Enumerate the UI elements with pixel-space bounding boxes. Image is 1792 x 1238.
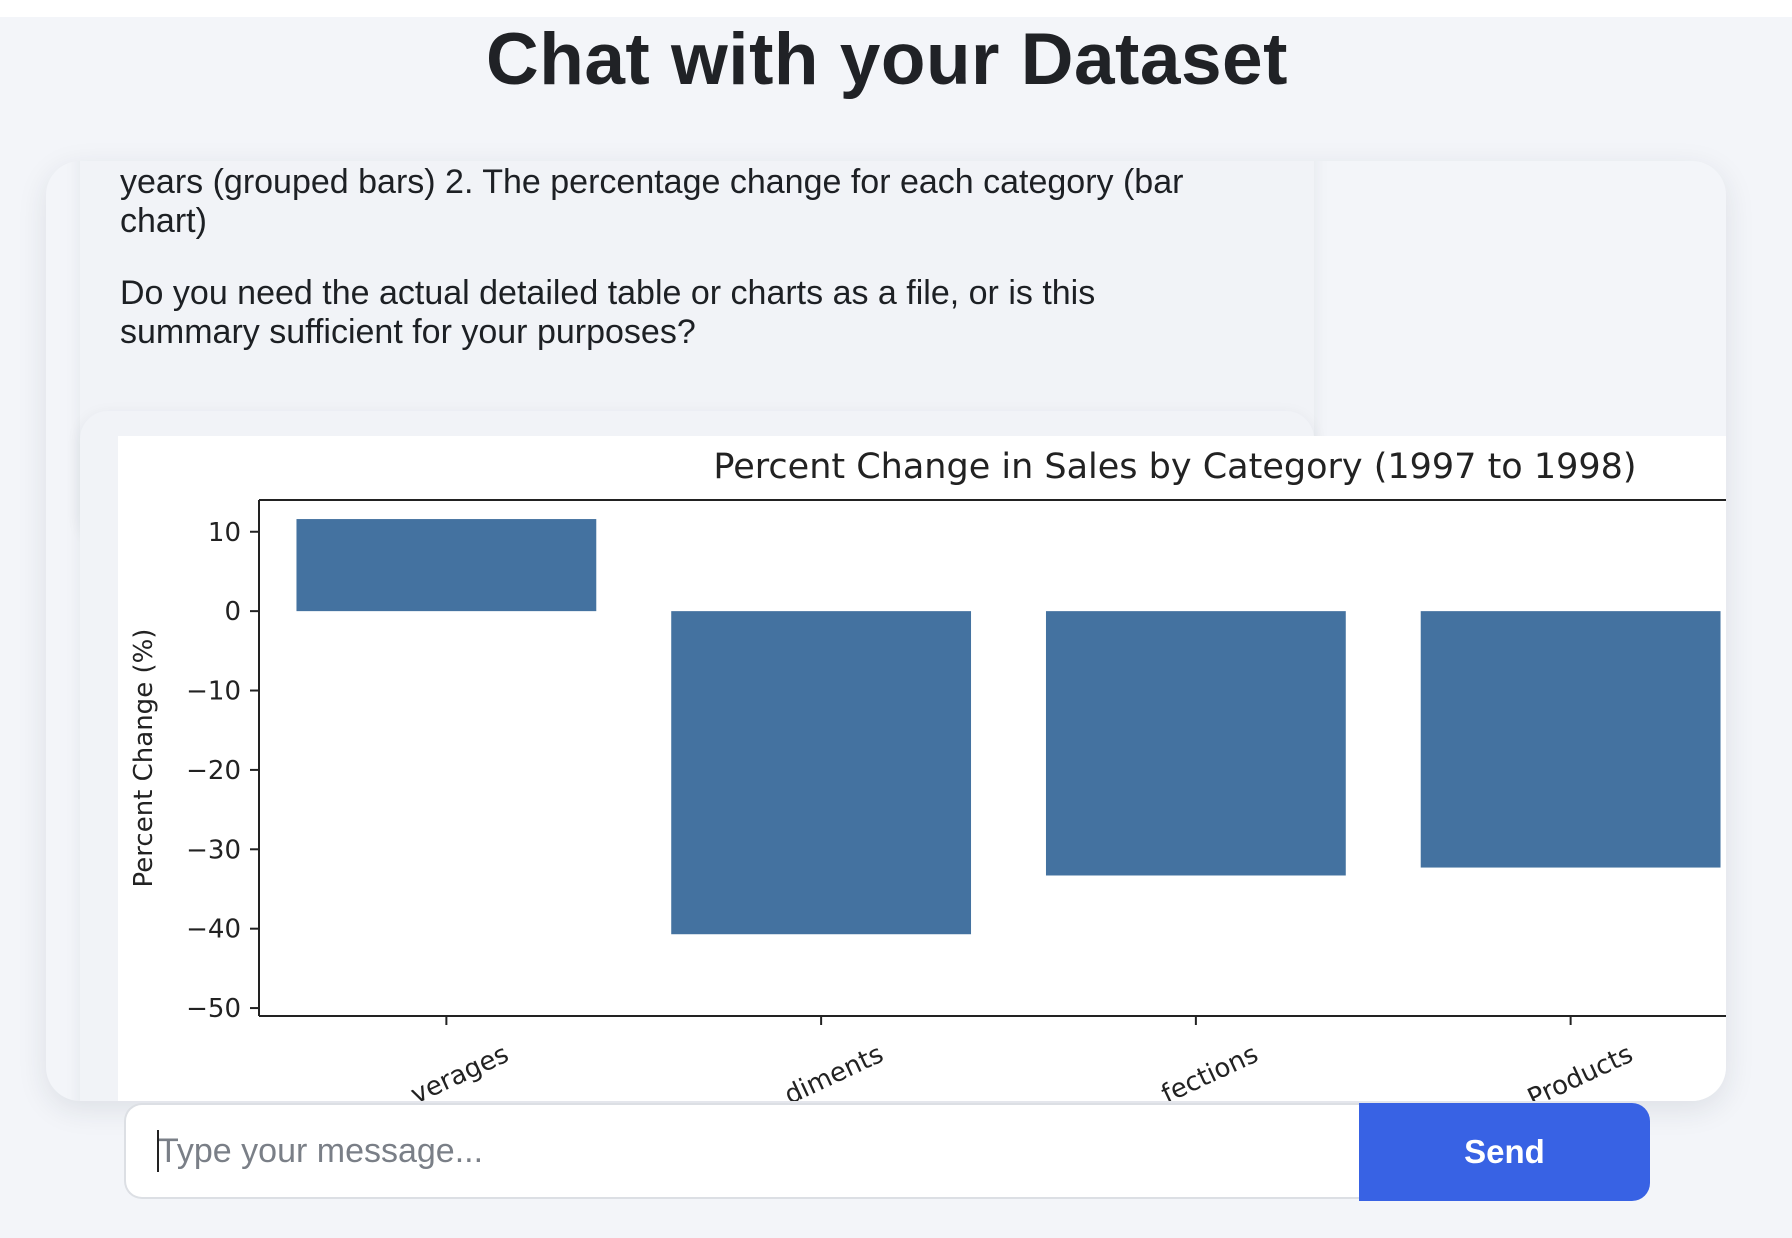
x-tick-label: verages [406,1039,513,1101]
y-tick-label: −30 [186,835,241,865]
chart-title: Percent Change in Sales by Category (199… [713,447,1636,487]
y-tick-label: 10 [208,518,241,548]
x-tick-label: diments [780,1039,888,1101]
x-tick-label: fections [1157,1039,1263,1101]
bar-condiments [671,611,972,935]
message-text: years (grouped bars) 2. The percentage c… [120,163,1240,385]
message-paragraph: Do you need the actual detailed table or… [120,274,1096,351]
bar-confections [1045,611,1346,876]
text-caret [157,1130,159,1172]
bar-beverages [296,519,597,612]
top-strip [0,0,1792,17]
chart-image: Percent Change in Sales by Category (199… [118,436,1726,1101]
y-tick-label: 0 [224,597,241,627]
y-tick-label: −50 [186,994,241,1024]
bar-dairy-products [1420,611,1721,868]
y-tick-label: −40 [186,915,241,945]
clipped-text-line: years (grouped bars) 2. The percentage c… [120,163,1184,201]
message-paragraph: chart) [120,202,207,240]
ticks-layer: 10 0 −10 −20 −30 −40 −50 [186,518,259,1024]
message-composer: Send [124,1103,1650,1201]
chat-history[interactable]: years (grouped bars) 2. The percentage c… [46,161,1726,1101]
x-tick-label: Products [1523,1039,1637,1101]
message-input[interactable] [124,1103,1360,1199]
send-button[interactable]: Send [1359,1103,1650,1201]
y-tick-label: −10 [186,677,241,707]
page-title: Chat with your Dataset [486,19,1288,100]
category-labels-layer: verages diments fections Products [406,1016,1638,1101]
y-axis-label: Percent Change (%) [129,629,159,888]
bar-chart: Percent Change in Sales by Category (199… [129,447,1726,1101]
bars-layer [296,519,1721,935]
y-tick-label: −20 [186,756,241,786]
